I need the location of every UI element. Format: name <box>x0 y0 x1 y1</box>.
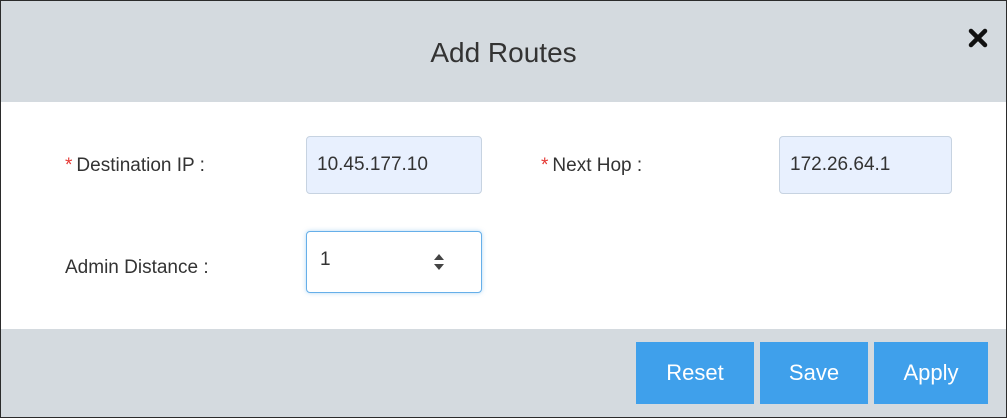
required-marker: * <box>541 155 549 176</box>
apply-button[interactable]: Apply <box>874 342 988 404</box>
sort-arrows-icon[interactable] <box>432 251 446 273</box>
dialog-title: Add Routes <box>430 37 577 68</box>
admin-distance-label: Admin Distance : <box>65 257 209 278</box>
save-button[interactable]: Save <box>760 342 868 404</box>
next-hop-input[interactable] <box>779 136 952 194</box>
add-routes-dialog: Add Routes *Destination IP : *Next Hop :… <box>0 0 1007 418</box>
required-marker: * <box>65 155 73 176</box>
destination-ip-label-text: Destination IP : <box>76 155 205 176</box>
admin-distance-stepper[interactable]: 1 <box>306 231 482 293</box>
destination-ip-label: * Destination IP : <box>65 155 205 177</box>
dialog-header: Add Routes <box>1 1 1006 102</box>
close-icon[interactable] <box>963 23 993 53</box>
destination-ip-input[interactable] <box>306 136 482 194</box>
next-hop-label: * Next Hop : <box>541 155 642 177</box>
admin-distance-value: 1 <box>320 249 331 270</box>
next-hop-label-text: Next Hop : <box>552 155 643 176</box>
dialog-footer: Reset Save Apply <box>1 329 1006 417</box>
reset-button[interactable]: Reset <box>636 342 754 404</box>
